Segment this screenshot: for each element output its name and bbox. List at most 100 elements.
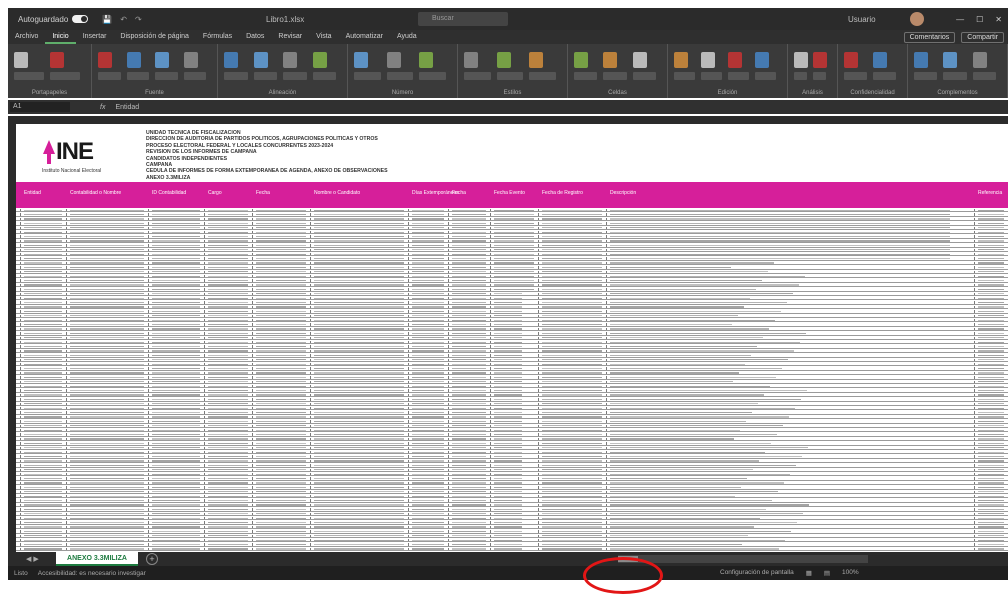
- table-cell[interactable]: [448, 543, 490, 546]
- table-cell[interactable]: [606, 270, 974, 273]
- table-cell[interactable]: [148, 314, 204, 317]
- table-cell[interactable]: [974, 231, 1008, 234]
- table-cell[interactable]: [252, 244, 310, 247]
- table-cell[interactable]: [310, 279, 408, 282]
- table-cell[interactable]: [148, 213, 204, 216]
- table-cell[interactable]: [20, 327, 66, 331]
- table-cell[interactable]: [204, 459, 252, 463]
- table-cell[interactable]: [606, 261, 974, 265]
- table-cell[interactable]: [448, 446, 490, 449]
- table-cell[interactable]: [538, 341, 606, 344]
- table-cell[interactable]: [66, 380, 148, 383]
- ribbon-command-icon[interactable]: [972, 52, 987, 68]
- table-cell[interactable]: [408, 534, 448, 537]
- table-cell[interactable]: [310, 442, 408, 445]
- table-cell[interactable]: [310, 213, 408, 216]
- table-cell[interactable]: [310, 261, 408, 265]
- table-cell[interactable]: [490, 530, 538, 533]
- table-cell[interactable]: [490, 248, 538, 251]
- table-cell[interactable]: [606, 433, 974, 436]
- table-cell[interactable]: [408, 451, 448, 454]
- table-cell[interactable]: [538, 231, 606, 234]
- table-cell[interactable]: [204, 257, 252, 260]
- table-cell[interactable]: [252, 473, 310, 476]
- table-cell[interactable]: [538, 305, 606, 309]
- table-cell[interactable]: [490, 305, 538, 309]
- ribbon-command-icon[interactable]: [183, 52, 198, 68]
- table-cell[interactable]: [310, 517, 408, 520]
- table-cell[interactable]: [148, 429, 204, 432]
- table-cell[interactable]: [310, 257, 408, 260]
- table-cell[interactable]: [20, 253, 66, 256]
- table-cell[interactable]: [448, 363, 490, 366]
- table-cell[interactable]: [606, 455, 974, 458]
- table-cell[interactable]: [204, 525, 252, 529]
- table-cell[interactable]: [974, 415, 1008, 419]
- table-cell[interactable]: [974, 411, 1008, 414]
- table-cell[interactable]: [408, 415, 448, 419]
- table-cell[interactable]: [310, 349, 408, 353]
- table-cell[interactable]: [204, 398, 252, 401]
- table-cell[interactable]: [66, 222, 148, 225]
- table-cell[interactable]: [310, 420, 408, 423]
- table-cell[interactable]: [148, 503, 204, 507]
- table-cell[interactable]: [252, 319, 310, 322]
- table-cell[interactable]: [148, 332, 204, 335]
- table-cell[interactable]: [974, 266, 1008, 269]
- table-cell[interactable]: [974, 292, 1008, 295]
- table-cell[interactable]: [204, 486, 252, 489]
- table-cell[interactable]: [66, 319, 148, 322]
- table-cell[interactable]: [606, 468, 974, 471]
- horizontal-scrollbar[interactable]: [618, 555, 868, 563]
- table-cell[interactable]: [408, 420, 448, 423]
- table-cell[interactable]: [204, 376, 252, 379]
- ribbon-command-icon[interactable]: [914, 52, 928, 68]
- sheet-tab[interactable]: ANEXO 3.3MILIZA: [56, 552, 138, 566]
- table-cell[interactable]: [252, 253, 310, 256]
- table-cell[interactable]: [20, 495, 66, 498]
- ribbon-command-label[interactable]: [496, 72, 524, 80]
- table-cell[interactable]: [408, 275, 448, 278]
- table-cell[interactable]: [20, 292, 66, 295]
- table-cell[interactable]: [148, 266, 204, 269]
- table-cell[interactable]: [204, 371, 252, 375]
- table-cell[interactable]: [974, 543, 1008, 546]
- table-cell[interactable]: [538, 292, 606, 295]
- table-cell[interactable]: [148, 547, 204, 551]
- table-cell[interactable]: [490, 332, 538, 335]
- table-cell[interactable]: [66, 389, 148, 392]
- table-cell[interactable]: [538, 363, 606, 366]
- table-cell[interactable]: [310, 235, 408, 238]
- table-cell[interactable]: [66, 451, 148, 454]
- table-cell[interactable]: [974, 508, 1008, 511]
- table-cell[interactable]: [606, 283, 974, 287]
- ribbon-command-icon[interactable]: [283, 52, 297, 68]
- table-cell[interactable]: [448, 499, 490, 502]
- table-cell[interactable]: [408, 358, 448, 361]
- table-cell[interactable]: [66, 209, 148, 212]
- table-cell[interactable]: [408, 376, 448, 379]
- table-cell[interactable]: [20, 508, 66, 511]
- table-cell[interactable]: [448, 486, 490, 489]
- table-cell[interactable]: [448, 213, 490, 216]
- table-cell[interactable]: [974, 486, 1008, 489]
- table-cell[interactable]: [252, 231, 310, 234]
- table-cell[interactable]: [408, 380, 448, 383]
- ribbon-command-icon[interactable]: [155, 52, 169, 68]
- table-cell[interactable]: [20, 486, 66, 489]
- table-cell[interactable]: [448, 231, 490, 234]
- table-cell[interactable]: [252, 217, 310, 221]
- table-cell[interactable]: [490, 319, 538, 322]
- table-cell[interactable]: [20, 231, 66, 234]
- table-cell[interactable]: [448, 305, 490, 309]
- table-cell[interactable]: [606, 407, 974, 410]
- table-cell[interactable]: [490, 323, 538, 326]
- ribbon-command-label[interactable]: [126, 72, 149, 80]
- table-cell[interactable]: [538, 288, 606, 291]
- table-cell[interactable]: [606, 266, 974, 269]
- table-cell[interactable]: [20, 539, 66, 542]
- table-cell[interactable]: [490, 297, 538, 300]
- table-cell[interactable]: [204, 393, 252, 397]
- table-cell[interactable]: [252, 477, 310, 480]
- table-cell[interactable]: [974, 455, 1008, 458]
